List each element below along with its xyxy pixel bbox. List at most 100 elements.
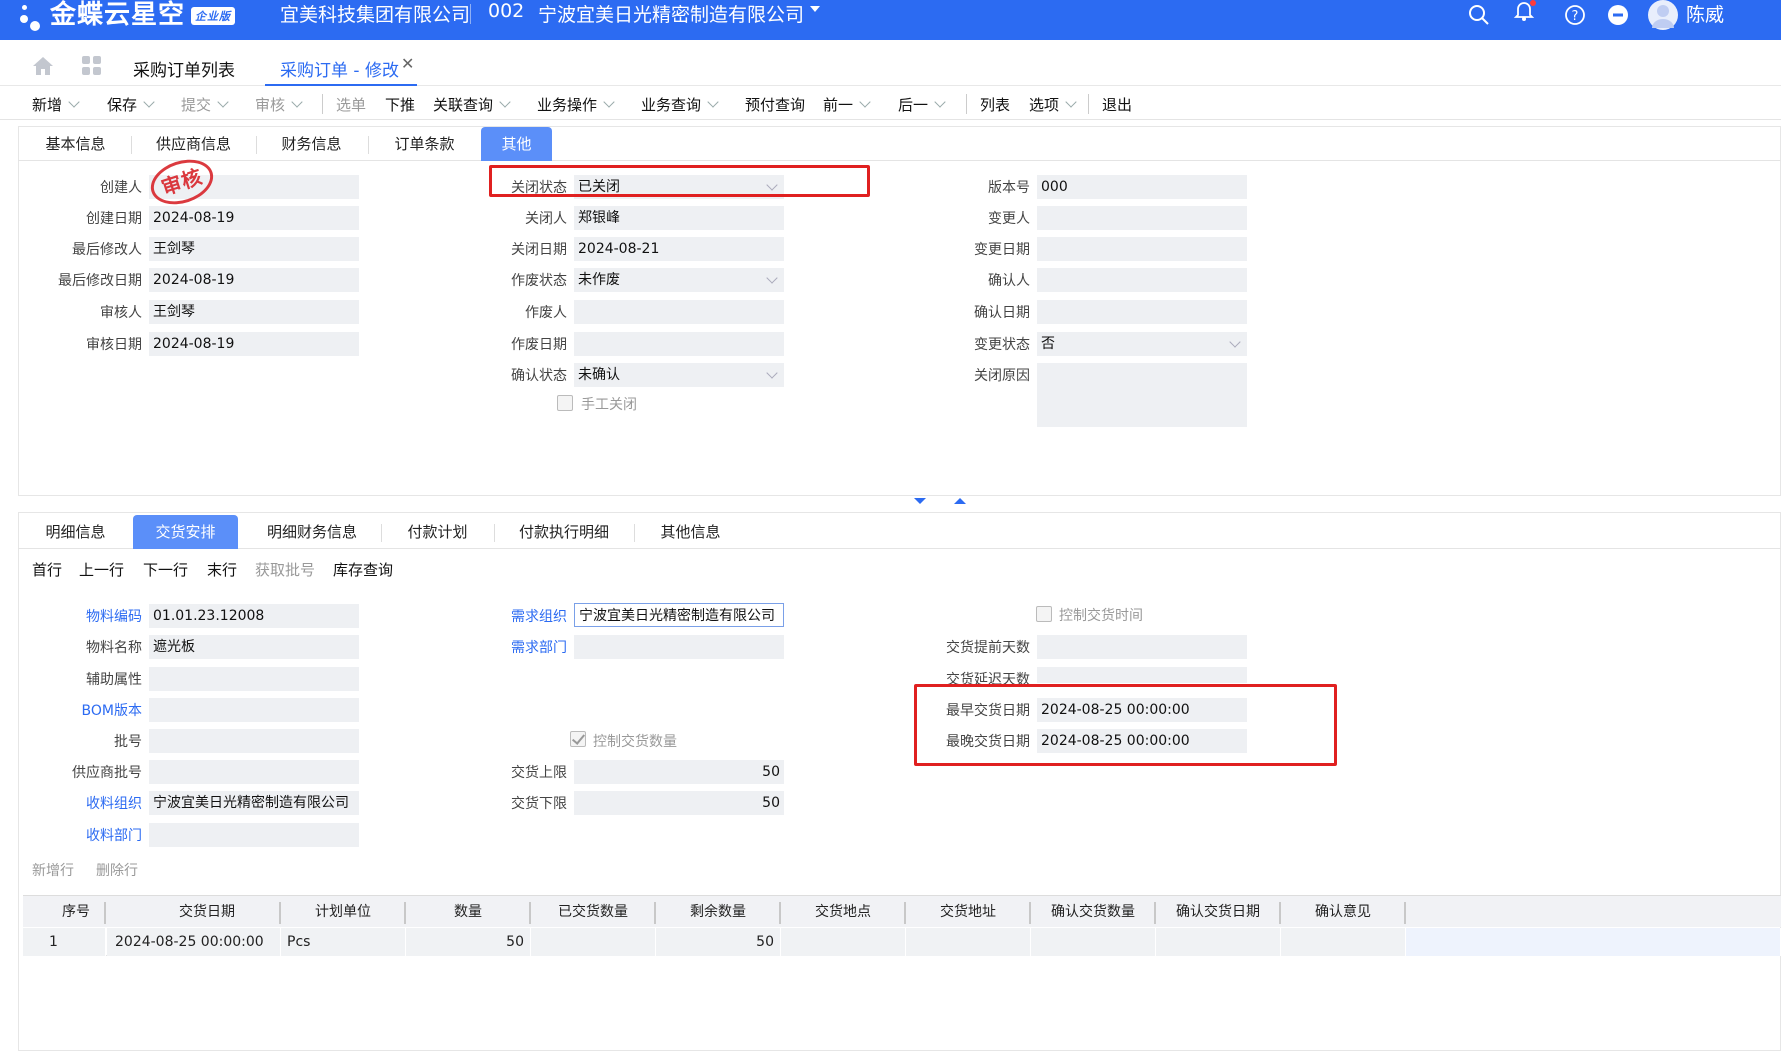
help-icon[interactable]: ?: [1563, 4, 1587, 28]
close-icon[interactable]: ✕: [401, 54, 414, 73]
cancel-date-field[interactable]: [574, 332, 784, 356]
aux-attr-field[interactable]: [149, 667, 359, 691]
receive-dept-label[interactable]: 收料部门: [40, 825, 142, 845]
prev-record-button[interactable]: 前一: [823, 94, 871, 115]
chevron-down-icon[interactable]: [499, 96, 511, 108]
list-button[interactable]: 列表: [980, 94, 1010, 115]
receive-org-label[interactable]: 收料组织: [40, 793, 142, 813]
org-name[interactable]: 宁波宜美日光精密制造有限公司: [538, 0, 804, 27]
lower-limit-field[interactable]: 50: [574, 791, 784, 815]
change-status-select[interactable]: 否: [1037, 332, 1247, 356]
submit-button[interactable]: 提交: [181, 94, 229, 115]
tab-order-terms[interactable]: 订单条款: [377, 127, 472, 161]
auditor-field[interactable]: 王剑琴: [149, 300, 359, 324]
confirm-status-select[interactable]: 未确认: [574, 363, 784, 387]
control-qty-checkbox[interactable]: [570, 731, 586, 747]
tab-finance-info[interactable]: 财务信息: [264, 127, 359, 161]
tab-other[interactable]: 其他: [481, 127, 552, 161]
more-icon[interactable]: [1606, 4, 1630, 28]
chevron-down-icon[interactable]: [934, 96, 946, 108]
org-dropdown-icon[interactable]: [810, 6, 820, 12]
save-button[interactable]: 保存: [107, 94, 155, 115]
tab-other-info[interactable]: 其他信息: [643, 515, 738, 549]
cell-confirm-qty[interactable]: [1031, 928, 1156, 956]
prev-row-button[interactable]: 上一行: [79, 559, 124, 580]
tab-order-edit[interactable]: 采购订单 - 修改 ✕: [265, 44, 417, 86]
options-button[interactable]: 选项: [1029, 94, 1077, 115]
cell-delivered[interactable]: [531, 928, 656, 956]
col-remaining[interactable]: 剩余数量: [656, 896, 780, 928]
tab-basic-info[interactable]: 基本信息: [28, 127, 123, 161]
cell-seq[interactable]: 1: [23, 928, 106, 956]
col-unit[interactable]: 计划单位: [281, 896, 405, 928]
manual-close-checkbox[interactable]: [557, 395, 573, 411]
col-delivered[interactable]: 已交货数量: [531, 896, 655, 928]
demand-dept-field[interactable]: [574, 635, 784, 659]
get-batch-button[interactable]: 获取批号: [255, 559, 315, 580]
col-resizer[interactable]: [1404, 902, 1406, 924]
version-field[interactable]: 000: [1037, 175, 1247, 199]
audit-button[interactable]: 审核: [255, 94, 303, 115]
chevron-down-icon[interactable]: [859, 96, 871, 108]
advance-days-field[interactable]: [1037, 635, 1247, 659]
chevron-down-icon[interactable]: [766, 367, 778, 379]
confirm-date-field[interactable]: [1037, 300, 1247, 324]
changer-field[interactable]: [1037, 206, 1247, 230]
canceller-field[interactable]: [574, 300, 784, 324]
material-code-label[interactable]: 物料编码: [40, 606, 142, 626]
bom-version-field[interactable]: [149, 698, 359, 722]
prepay-query-button[interactable]: 预付查询: [745, 94, 805, 115]
tab-order-list[interactable]: 采购订单列表: [133, 56, 235, 81]
col-opinion[interactable]: 确认意见: [1281, 896, 1405, 928]
tab-detail-info[interactable]: 明细信息: [28, 515, 123, 549]
create-date-field[interactable]: 2024-08-19: [149, 206, 359, 230]
chevron-down-icon[interactable]: [707, 96, 719, 108]
cell-qty[interactable]: 50: [406, 928, 531, 956]
last-row-button[interactable]: 末行: [207, 559, 237, 580]
close-date-field[interactable]: 2024-08-21: [574, 237, 784, 261]
supplier-lot-field[interactable]: [149, 760, 359, 784]
bell-icon[interactable]: [1512, 0, 1536, 24]
exit-button[interactable]: 退出: [1102, 94, 1132, 115]
col-date[interactable]: 交货日期: [107, 896, 307, 928]
stock-query-button[interactable]: 库存查询: [333, 559, 393, 580]
collapse-down-icon[interactable]: [914, 498, 926, 504]
chevron-down-icon[interactable]: [766, 272, 778, 284]
lot-field[interactable]: [149, 729, 359, 753]
cancel-status-select[interactable]: 未作废: [574, 268, 784, 292]
chevron-down-icon[interactable]: [217, 96, 229, 108]
cell-unit[interactable]: Pcs: [281, 928, 406, 956]
cell-place[interactable]: [781, 928, 906, 956]
chevron-down-icon[interactable]: [68, 96, 80, 108]
chevron-down-icon[interactable]: [143, 96, 155, 108]
bom-version-label[interactable]: BOM版本: [40, 700, 142, 720]
material-name-field[interactable]: 遮光板: [149, 635, 359, 659]
table-row[interactable]: 1 2024-08-25 00:00:00 Pcs 50 50: [23, 928, 1781, 956]
tab-detail-finance[interactable]: 明细财务信息: [253, 515, 371, 549]
tab-payment-plan[interactable]: 付款计划: [390, 515, 485, 549]
upper-limit-field[interactable]: 50: [574, 760, 784, 784]
col-place[interactable]: 交货地点: [781, 896, 905, 928]
cell-address[interactable]: [906, 928, 1031, 956]
col-confirm-qty[interactable]: 确认交货数量: [1031, 896, 1155, 928]
related-query-button[interactable]: 关联查询: [433, 94, 511, 115]
tab-payment-exec[interactable]: 付款执行明细: [503, 515, 625, 549]
home-icon[interactable]: [32, 56, 54, 80]
receive-org-field[interactable]: 宁波宜美日光精密制造有限公司: [149, 791, 359, 815]
delay-days-field[interactable]: [1037, 667, 1247, 683]
receive-dept-field[interactable]: [149, 823, 359, 847]
audit-date-field[interactable]: 2024-08-19: [149, 332, 359, 356]
modifier-field[interactable]: 王剑琴: [149, 237, 359, 261]
control-time-checkbox[interactable]: [1036, 606, 1052, 622]
confirmer-field[interactable]: [1037, 268, 1247, 292]
col-qty[interactable]: 数量: [406, 896, 530, 928]
cell-confirm-date[interactable]: [1156, 928, 1281, 956]
business-query-button[interactable]: 业务查询: [641, 94, 719, 115]
select-order-button[interactable]: 选单: [336, 94, 366, 115]
tab-delivery-schedule[interactable]: 交货安排: [133, 515, 238, 549]
cell-opinion[interactable]: [1281, 928, 1406, 956]
company-name[interactable]: 宜美科技集团有限公司: [280, 0, 470, 27]
col-address[interactable]: 交货地址: [906, 896, 1030, 928]
avatar[interactable]: [1648, 0, 1678, 30]
delete-row-button[interactable]: 删除行: [96, 860, 138, 880]
